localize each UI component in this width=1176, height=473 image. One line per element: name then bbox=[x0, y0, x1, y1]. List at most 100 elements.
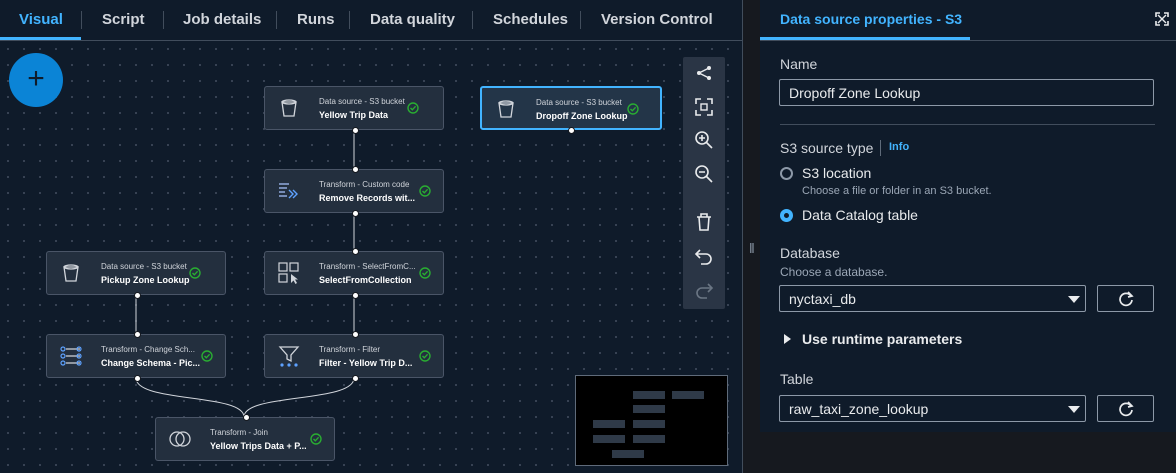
section-divider bbox=[780, 124, 1155, 125]
plus-icon: + bbox=[27, 62, 45, 95]
expand-icon[interactable] bbox=[1155, 12, 1169, 26]
use-runtime-parameters-toggle[interactable]: Use runtime parameters bbox=[784, 331, 962, 347]
tab-data-quality[interactable]: Data quality bbox=[370, 0, 455, 40]
output-port[interactable] bbox=[568, 127, 575, 134]
node-title: Pickup Zone Lookup bbox=[101, 275, 190, 285]
tab-divider bbox=[472, 11, 473, 29]
database-select-value: nyctaxi_db bbox=[789, 291, 856, 307]
database-select[interactable]: nyctaxi_db bbox=[779, 285, 1086, 312]
node-type: Data source - S3 bucket bbox=[101, 262, 187, 271]
data-catalog-table-radio[interactable] bbox=[780, 209, 793, 222]
tab-divider bbox=[276, 11, 277, 29]
success-check-icon bbox=[627, 103, 639, 115]
node-yellow-trip-data[interactable]: Data source - S3 bucket Yellow Trip Data bbox=[264, 86, 444, 134]
node-remove-records[interactable]: Transform - Custom code Remove Records w… bbox=[264, 166, 444, 217]
custom-code-icon bbox=[279, 183, 298, 199]
add-node-button[interactable]: + bbox=[9, 53, 63, 107]
output-port[interactable] bbox=[134, 375, 141, 382]
node-type: Transform - Filter bbox=[319, 345, 381, 354]
output-port[interactable] bbox=[352, 292, 359, 299]
minimap-node bbox=[593, 435, 625, 443]
panel-header: Data source properties - S3 bbox=[760, 0, 1176, 41]
s3-location-radio[interactable] bbox=[780, 167, 793, 180]
success-check-icon bbox=[189, 267, 201, 279]
output-port[interactable] bbox=[352, 210, 359, 217]
properties-panel: Data source properties - S3 Name Dropoff… bbox=[760, 0, 1176, 432]
database-refresh-button[interactable] bbox=[1097, 285, 1154, 312]
table-select[interactable]: raw_taxi_zone_lookup bbox=[779, 395, 1086, 422]
input-port[interactable] bbox=[134, 331, 141, 338]
change-schema-icon bbox=[60, 346, 82, 366]
delete-icon[interactable] bbox=[692, 210, 716, 234]
panel-resize-handle[interactable]: ‖ bbox=[742, 0, 760, 473]
tab-visual[interactable]: Visual bbox=[19, 0, 63, 40]
zoom-in-icon[interactable] bbox=[692, 128, 716, 152]
output-port[interactable] bbox=[352, 127, 359, 134]
node-type: Transform - Join bbox=[210, 428, 268, 437]
tab-runs[interactable]: Runs bbox=[297, 0, 335, 40]
node-pickup-zone-lookup[interactable]: Data source - S3 bucket Pickup Zone Look… bbox=[46, 251, 226, 299]
join-icon bbox=[169, 431, 191, 447]
caret-down-icon bbox=[1068, 406, 1080, 413]
input-port[interactable] bbox=[352, 248, 359, 255]
undo-icon[interactable] bbox=[692, 244, 716, 268]
minimap-node bbox=[633, 391, 665, 399]
tab-job-details[interactable]: Job details bbox=[183, 0, 261, 40]
fit-view-icon[interactable] bbox=[692, 95, 716, 119]
tab-divider bbox=[580, 11, 581, 29]
node-title: Yellow Trips Data + P... bbox=[210, 441, 307, 451]
tab-divider bbox=[349, 11, 350, 29]
filter-icon bbox=[278, 346, 300, 367]
minimap[interactable] bbox=[575, 375, 728, 466]
s3-source-type-label: S3 source type bbox=[780, 140, 874, 156]
caret-down-icon bbox=[1068, 296, 1080, 303]
success-check-icon bbox=[419, 267, 431, 279]
tab-schedules[interactable]: Schedules bbox=[493, 0, 568, 40]
node-change-schema[interactable]: Transform - Change Sch... Change Schema … bbox=[46, 331, 226, 382]
minimap-node bbox=[633, 405, 665, 413]
input-port[interactable] bbox=[243, 414, 250, 421]
bucket-icon bbox=[498, 100, 514, 118]
minimap-node bbox=[593, 420, 625, 428]
minimap-node bbox=[672, 391, 704, 399]
info-link[interactable]: Info bbox=[889, 141, 909, 153]
table-select-value: raw_taxi_zone_lookup bbox=[789, 401, 929, 417]
minimap-node bbox=[612, 450, 644, 458]
s3-location-label[interactable]: S3 location bbox=[802, 165, 871, 181]
node-select-from-collection[interactable]: Transform - SelectFromC... SelectFromCol… bbox=[264, 248, 444, 299]
node-title: Remove Records wit... bbox=[319, 193, 416, 203]
node-dropoff-zone-lookup[interactable]: Data source - S3 bucket Dropoff Zone Loo… bbox=[480, 86, 662, 134]
zoom-out-icon[interactable] bbox=[692, 162, 716, 186]
editor-tabs: Visual Script Job details Runs Data qual… bbox=[0, 0, 742, 41]
tab-version-control[interactable]: Version Control bbox=[601, 0, 713, 40]
visual-canvas[interactable]: + Data source - S3 bucket Yellow Trip Da… bbox=[0, 41, 742, 473]
redo-icon[interactable] bbox=[692, 278, 716, 302]
tab-script[interactable]: Script bbox=[102, 0, 145, 40]
output-port[interactable] bbox=[352, 375, 359, 382]
node-title: Change Schema - Pic... bbox=[101, 358, 201, 368]
table-refresh-button[interactable] bbox=[1097, 395, 1154, 422]
minimap-node bbox=[633, 420, 665, 428]
input-port[interactable] bbox=[352, 166, 359, 173]
database-hint: Choose a database. bbox=[780, 265, 888, 279]
name-input[interactable]: Dropoff Zone Lookup bbox=[779, 79, 1154, 106]
node-join[interactable]: Transform - Join Yellow Trips Data + P..… bbox=[155, 414, 335, 461]
output-port[interactable] bbox=[134, 292, 141, 299]
node-type: Data source - S3 bucket bbox=[536, 98, 622, 107]
runtime-label: Use runtime parameters bbox=[802, 331, 963, 347]
success-check-icon bbox=[419, 185, 431, 197]
input-port[interactable] bbox=[352, 331, 359, 338]
node-filter[interactable]: Transform - Filter Filter - Yellow Trip … bbox=[264, 331, 444, 382]
panel-title[interactable]: Data source properties - S3 bbox=[780, 11, 962, 27]
active-tab-indicator bbox=[0, 37, 81, 40]
canvas-toolbar bbox=[683, 57, 725, 309]
bucket-icon bbox=[281, 99, 297, 117]
data-catalog-table-label[interactable]: Data Catalog table bbox=[802, 207, 918, 223]
node-type: Transform - Custom code bbox=[319, 180, 410, 189]
success-check-icon bbox=[310, 433, 322, 445]
layout-icon[interactable] bbox=[692, 61, 716, 85]
node-title: Dropoff Zone Lookup bbox=[536, 111, 628, 121]
select-collection-icon bbox=[278, 262, 299, 284]
caret-right-icon bbox=[784, 334, 791, 344]
node-type: Transform - SelectFromC... bbox=[319, 262, 416, 271]
